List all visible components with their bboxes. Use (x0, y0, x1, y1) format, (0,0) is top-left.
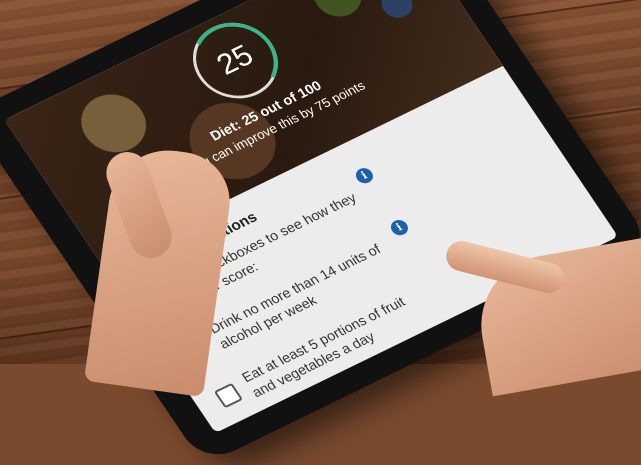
fruit-veg-checkbox[interactable] (213, 382, 244, 409)
info-icon[interactable]: i (387, 217, 412, 238)
